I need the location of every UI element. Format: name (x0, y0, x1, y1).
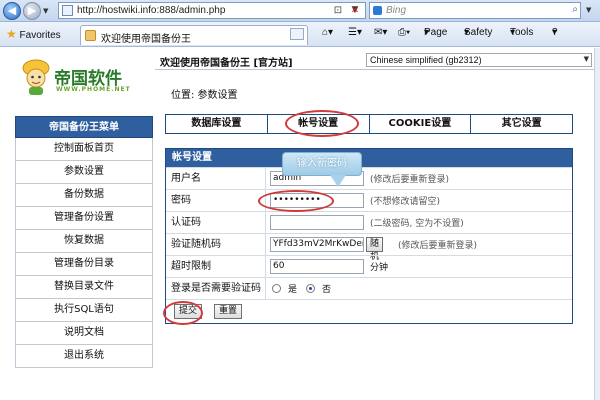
tab-title: 欢迎使用帝国备份王 (101, 34, 191, 45)
compat-icon[interactable]: ⊡ (330, 3, 346, 18)
help-menu[interactable]: ? ▾ (552, 27, 558, 38)
sidebar-item-settings[interactable]: 参数设置 (15, 161, 153, 184)
sidebar-item-docs[interactable]: 说明文档 (15, 322, 153, 345)
highlight-oval-submit (163, 301, 203, 325)
page-menu-label: Page (424, 27, 448, 38)
star-icon: ★ (6, 27, 17, 41)
favorites-label: Favorites (19, 30, 61, 41)
print-icon[interactable]: ⎙▾ (398, 27, 410, 38)
tab-database[interactable]: 数据库设置 (166, 115, 268, 133)
random-code-row: 验证随机码 YFfd33mV2MrKwDenk 随机 (修改后要重新登录) (166, 233, 572, 262)
authcode-row: 认证码 (二级密码, 空为不设置) (166, 211, 572, 234)
page-icon (62, 5, 73, 16)
address-bar: ◀ ▶ ▼ http://hostwiki.info:888/admin.php… (0, 0, 600, 22)
home-icon[interactable]: ⌂▾ (322, 27, 333, 38)
search-box[interactable]: Bing ⌕ (369, 2, 581, 19)
forward-button[interactable]: ▶ (23, 2, 41, 20)
sidebar-item-logout[interactable]: 退出系统 (15, 345, 153, 368)
username-hint: (修改后要重新登录) (370, 175, 450, 185)
callout-tail (330, 175, 346, 187)
sidebar-item-restore[interactable]: 恢复数据 (15, 230, 153, 253)
account-form: 帐号设置 用户名 admin (修改后要重新登录) 密码 ••••••••• (… (165, 148, 573, 324)
help-icon: ? (552, 27, 558, 38)
timeout-label: 超时限制 (166, 256, 266, 278)
button-row: 提交 重置 (166, 299, 572, 323)
mail-icon[interactable]: ✉▾ (374, 27, 387, 38)
sidebar-item-control-panel[interactable]: 控制面板首页 (15, 138, 153, 161)
sidebar-item-manage-directory[interactable]: 管理备份目录 (15, 253, 153, 276)
tab-favicon-icon (85, 30, 96, 41)
page-menu[interactable]: Page ▾ (424, 27, 447, 38)
url-field[interactable]: http://hostwiki.info:888/admin.php ▼ (58, 2, 366, 19)
captcha-row: 登录是否需要验证码 是 否 (166, 277, 572, 300)
captcha-yes-radio[interactable] (272, 284, 281, 293)
logo: 帝国软件 WWW.PHOME.NET (18, 56, 138, 118)
mascot-icon (22, 59, 50, 95)
favorites-button[interactable]: ★ Favorites (6, 27, 61, 41)
username-label: 用户名 (166, 168, 266, 190)
random-code-input[interactable]: YFfd33mV2MrKwDenk (270, 237, 364, 252)
highlight-oval-account-tab (285, 110, 359, 137)
feeds-icon[interactable]: ☰▾ (348, 27, 362, 38)
sidebar-item-backup[interactable]: 备份数据 (15, 184, 153, 207)
captcha-label: 登录是否需要验证码 (166, 278, 266, 300)
page-content: 帝国软件 WWW.PHOME.NET 欢迎使用帝国备份王 [官方站] Chine… (0, 48, 594, 400)
password-label: 密码 (166, 190, 266, 212)
welcome-title: 欢迎使用帝国备份王 [官方站] (160, 58, 293, 69)
safety-menu[interactable]: Safety ▾ (464, 27, 492, 38)
captcha-yes-label: 是 (288, 285, 298, 295)
header-divider (155, 69, 594, 70)
password-row: 密码 ••••••••• (不想修改请留空) (166, 189, 572, 212)
sidebar-title: 帝国备份王菜单 (15, 116, 153, 138)
sidebar-item-manage-backup-settings[interactable]: 管理备份设置 (15, 207, 153, 230)
safety-menu-label: Safety (464, 27, 493, 38)
language-value: Chinese simplified (gb2312) (370, 55, 482, 65)
bing-logo-icon (373, 6, 382, 15)
tab-other[interactable]: 其它设置 (471, 115, 572, 133)
new-tab-button[interactable] (290, 28, 304, 40)
sidebar-item-replace-files[interactable]: 替换目录文件 (15, 276, 153, 299)
tools-menu-label: Tools (510, 27, 534, 38)
breadcrumb: 位置: 参数设置 (171, 90, 238, 101)
tab-cookie[interactable]: COOKIE设置 (370, 115, 472, 133)
search-placeholder: Bing (386, 5, 407, 16)
authcode-input[interactable] (270, 215, 364, 230)
timeout-unit: 分钟 (370, 263, 389, 273)
highlight-oval-password (258, 190, 334, 212)
history-dropdown-icon[interactable]: ▼ (43, 7, 48, 15)
url-text: http://hostwiki.info:888/admin.php (77, 5, 226, 16)
settings-tabs: 数据库设置 帐号设置 COOKIE设置 其它设置 (165, 114, 573, 134)
back-button[interactable]: ◀ (3, 2, 21, 20)
random-button[interactable]: 随机 (366, 237, 384, 262)
callout-bubble: 输入新密码 (282, 152, 362, 176)
timeout-row: 超时限制 60 分钟 (166, 255, 572, 278)
reset-button[interactable]: 重置 (214, 304, 243, 319)
authcode-label: 认证码 (166, 212, 266, 234)
sidebar: 帝国备份王菜单 控制面板首页 参数设置 备份数据 管理备份设置 恢复数据 管理备… (15, 116, 153, 368)
chevron-down-icon: ▼ (583, 55, 589, 63)
sidebar-item-sql[interactable]: 执行SQL语句 (15, 299, 153, 322)
language-select[interactable]: Chinese simplified (gb2312) ▼ (366, 53, 592, 67)
logo-subtitle: WWW.PHOME.NET (56, 86, 131, 93)
arrow-left-icon: ◀ (7, 4, 17, 17)
random-code-hint: (修改后要重新登录) (398, 241, 478, 251)
timeout-input[interactable]: 60 (270, 259, 364, 274)
form-title: 帐号设置 (166, 149, 572, 167)
stop-icon[interactable]: ✕ (347, 3, 363, 18)
search-dropdown-icon[interactable]: ▼ (586, 6, 591, 14)
random-code-label: 验证随机码 (166, 234, 266, 256)
captcha-no-radio[interactable] (306, 284, 315, 293)
username-row: 用户名 admin (修改后要重新登录) (166, 167, 572, 190)
arrow-right-icon: ▶ (27, 4, 37, 17)
captcha-no-label: 否 (322, 285, 332, 295)
browser-tab[interactable]: 欢迎使用帝国备份王 (80, 25, 308, 45)
scrollbar[interactable] (594, 48, 600, 400)
command-bar: ★ Favorites 欢迎使用帝国备份王 ⌂▾ ☰▾ ✉▾ ⎙▾ Page ▾… (0, 22, 600, 47)
search-icon[interactable]: ⌕ (572, 4, 578, 15)
tools-menu[interactable]: Tools ▾ (510, 27, 533, 38)
authcode-hint: (二级密码, 空为不设置) (370, 219, 464, 229)
password-hint: (不想修改请留空) (370, 197, 441, 207)
